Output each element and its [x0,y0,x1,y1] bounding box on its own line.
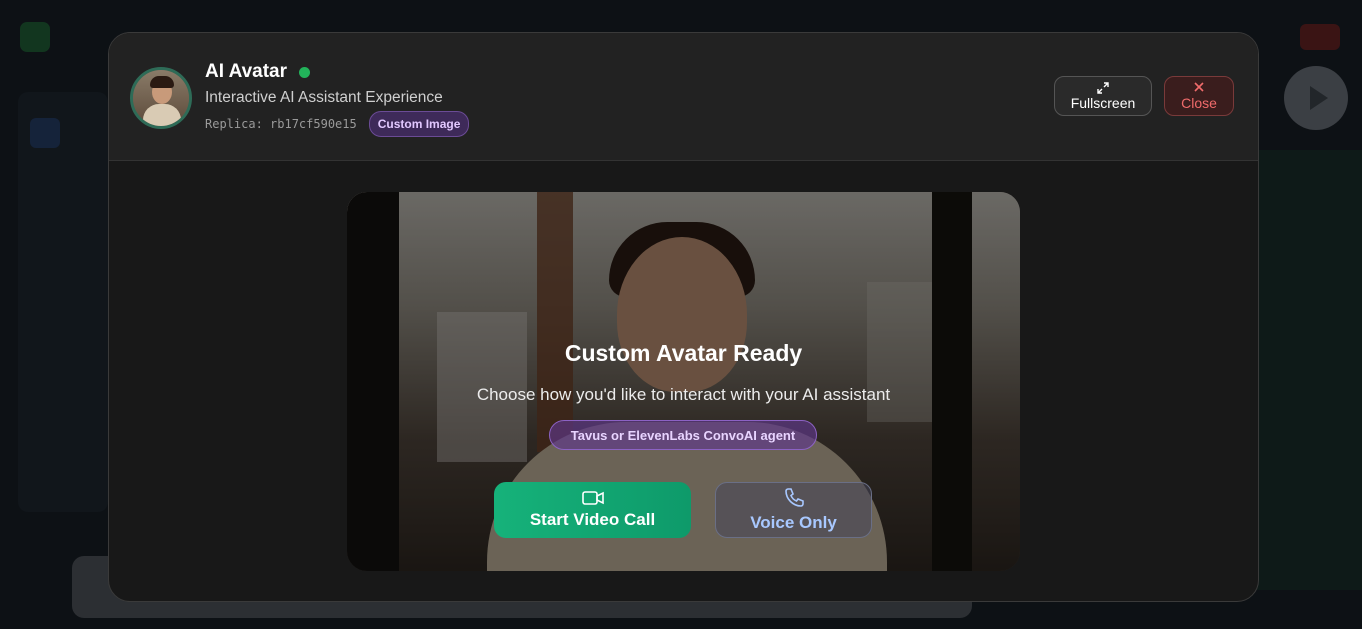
title-row: AI Avatar [205,61,311,83]
expand-icon [1096,81,1110,95]
start-video-call-button[interactable]: Start Video Call [494,482,691,538]
fullscreen-label: Fullscreen [1070,95,1136,111]
voice-only-button[interactable]: Voice Only [715,482,872,538]
modal-subtitle: Interactive AI Assistant Experience [205,89,443,106]
background-sidebar [18,92,108,512]
close-icon [1193,81,1205,95]
modal-header: AI Avatar Interactive AI Assistant Exper… [109,33,1258,161]
start-video-call-label: Start Video Call [529,510,656,529]
close-button[interactable]: Close [1164,76,1234,116]
custom-image-badge: Custom Image [368,111,470,137]
avatar [130,67,192,129]
ready-subtitle: Choose how you'd like to interact with y… [476,385,891,404]
background-chip [30,118,60,148]
voice-only-label: Voice Only [750,513,837,532]
avatar-video-preview: Custom Avatar Ready Choose how you'd lik… [347,192,1020,571]
app-logo [20,22,50,52]
meta-row: Replica: rb17cf590e15 Custom Image [205,111,470,137]
ai-avatar-modal: AI Avatar Interactive AI Assistant Exper… [108,32,1259,602]
phone-icon [784,488,804,507]
online-status-icon [299,66,311,78]
modal-title: AI Avatar [205,61,288,82]
close-label: Close [1181,95,1217,111]
background-play-icon [1284,66,1348,130]
ready-title: Custom Avatar Ready [564,340,803,366]
agent-badge: Tavus or ElevenLabs ConvoAI agent [549,420,817,450]
background-red-button [1300,24,1340,50]
replica-id: Replica: rb17cf590e15 [205,117,357,131]
fullscreen-button[interactable]: Fullscreen [1054,76,1152,116]
video-camera-icon [581,491,604,505]
